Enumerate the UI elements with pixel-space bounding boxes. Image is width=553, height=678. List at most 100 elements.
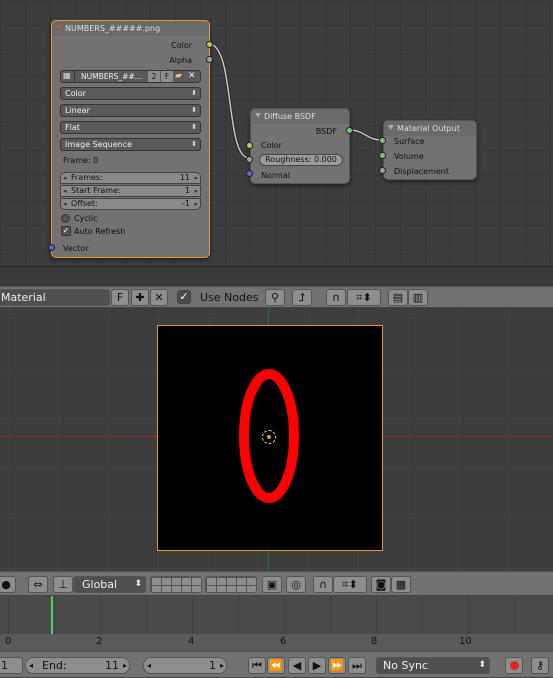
material-name-field[interactable]: Material bbox=[0, 289, 110, 306]
color-output-socket[interactable] bbox=[206, 41, 213, 48]
output-color-label: Color bbox=[171, 41, 192, 50]
cyclic-checkbox[interactable]: Cyclic bbox=[61, 213, 161, 225]
color-input-label: Color bbox=[261, 141, 282, 150]
snap-mode-dropdown-icon[interactable]: ⌗⬍ bbox=[347, 289, 381, 306]
divider bbox=[74, 71, 75, 82]
go-parent-icon[interactable]: ⮥ bbox=[292, 289, 312, 306]
use-nodes-check-icon[interactable]: ✓ bbox=[177, 290, 191, 304]
dropdown-arrow-icon: ⬍ bbox=[191, 140, 197, 148]
viewport[interactable]: 0 bbox=[0, 308, 553, 571]
offset-field[interactable]: ◂ Offset: -1 ▸ bbox=[60, 198, 201, 210]
manipulator-icon[interactable]: ⊥ bbox=[53, 576, 73, 593]
timeline[interactable]: 0 2 4 6 8 10 bbox=[0, 596, 553, 651]
collapse-triangle-icon[interactable] bbox=[388, 125, 394, 130]
new-material-plus-icon[interactable]: ✚ bbox=[131, 289, 149, 306]
start-frame-field[interactable]: 1 bbox=[0, 657, 23, 674]
view3d-header: ● ⇔ ⊥ Global ⬍ ▣ ◎ ∩ ⌗⬍ ◙ ▩ bbox=[0, 571, 553, 596]
image-browse-icon[interactable]: ▦ bbox=[63, 71, 71, 80]
fake-user-button[interactable]: F bbox=[111, 289, 129, 306]
proportional-edit-icon[interactable]: ◎ bbox=[286, 576, 306, 593]
tick-label: 0 bbox=[5, 636, 12, 647]
collapse-triangle-icon[interactable] bbox=[255, 113, 261, 118]
area-divider[interactable] bbox=[0, 266, 553, 286]
unlink-x-icon[interactable]: ✕ bbox=[188, 71, 196, 82]
diffuse-bsdf-node[interactable]: Diffuse BSDF BSDF Color Roughness: 0.000… bbox=[250, 108, 350, 184]
interpolation-dropdown[interactable]: Linear ⬍ bbox=[60, 104, 201, 117]
render-camera-icon[interactable]: ◙ bbox=[371, 576, 391, 593]
roughness-field[interactable]: Roughness: 0.000 bbox=[259, 154, 343, 166]
node-editor[interactable]: NUMBERS_#####.png Color Alpha ▦ NUMBERS_… bbox=[0, 0, 553, 266]
render-animation-icon[interactable]: ▩ bbox=[391, 576, 411, 593]
use-nodes-label: Use Nodes bbox=[200, 291, 259, 304]
auto-refresh-checkbox[interactable]: ✓ Auto Refresh bbox=[61, 226, 161, 238]
tick-label: 6 bbox=[280, 636, 287, 647]
increment-arrow-icon: ▸ bbox=[122, 661, 127, 670]
start-frame-field[interactable]: ◂ Start Frame: 1 ▸ bbox=[60, 185, 201, 197]
current-frame-cursor[interactable] bbox=[51, 596, 53, 634]
sync-mode-dropdown[interactable]: No Sync ⬍ bbox=[376, 657, 490, 674]
image-texture-node[interactable]: NUMBERS_#####.png Color Alpha ▦ NUMBERS_… bbox=[51, 20, 210, 258]
source-dropdown[interactable]: Image Sequence ⬍ bbox=[60, 138, 201, 151]
image-selector[interactable]: ▦ NUMBERS_##... 2 F ▰ ✕ bbox=[60, 70, 201, 83]
keying-set-icon[interactable]: ⚷ bbox=[531, 657, 549, 674]
vector-input-socket[interactable] bbox=[48, 244, 55, 251]
origin-dot-icon bbox=[267, 435, 271, 439]
surface-input-socket[interactable] bbox=[379, 137, 386, 144]
end-frame-field[interactable]: ◂ End: 11 ▸ bbox=[25, 657, 130, 674]
open-folder-icon[interactable]: ▰ bbox=[175, 71, 182, 82]
layers-grid-left[interactable] bbox=[150, 576, 202, 593]
tick-label: 8 bbox=[371, 636, 378, 647]
output-node-title: Material Output bbox=[397, 124, 460, 133]
shading-mode-icon[interactable]: ● bbox=[0, 576, 16, 593]
frame-label: Frame: 0 bbox=[63, 156, 99, 165]
unlink-material-x-icon[interactable]: ✕ bbox=[150, 289, 168, 306]
snap-mode-dropdown-icon[interactable]: ⌗⬍ bbox=[333, 576, 367, 593]
dropdown-arrow-icon: ⬍ bbox=[134, 579, 142, 589]
pin-icon[interactable]: ⚲ bbox=[265, 289, 285, 306]
normal-input-socket[interactable] bbox=[246, 170, 253, 177]
output-node-header[interactable]: Material Output bbox=[384, 121, 476, 136]
tick-label: 4 bbox=[188, 636, 195, 647]
jump-keyframe-back-icon[interactable]: ⏪ bbox=[267, 657, 285, 674]
play-reverse-icon[interactable]: ◀ bbox=[288, 657, 306, 674]
lock-camera-icon[interactable]: ▣ bbox=[262, 576, 282, 593]
material-output-node[interactable]: Material Output Surface Volume Displacem… bbox=[383, 120, 477, 180]
image-node-title: NUMBERS_#####.png bbox=[65, 24, 161, 33]
fake-user-button[interactable]: F bbox=[161, 71, 173, 82]
image-node-header[interactable]: NUMBERS_#####.png bbox=[52, 21, 209, 36]
volume-input-socket[interactable] bbox=[379, 152, 386, 159]
image-users-count[interactable]: 2 bbox=[148, 71, 160, 82]
input-vector-label: Vector bbox=[63, 244, 89, 253]
checkmark-icon[interactable]: ✓ bbox=[61, 226, 71, 236]
orientation-dropdown[interactable]: Global ⬍ bbox=[73, 576, 146, 593]
jump-start-icon[interactable]: ⏮ bbox=[248, 657, 266, 674]
displacement-input-socket[interactable] bbox=[379, 167, 386, 174]
alpha-output-socket[interactable] bbox=[206, 56, 213, 63]
record-icon[interactable] bbox=[505, 657, 523, 674]
jump-keyframe-forward-icon[interactable]: ⏩ bbox=[328, 657, 346, 674]
pivot-icon[interactable]: ⇔ bbox=[28, 576, 48, 593]
layers-grid-right[interactable] bbox=[205, 576, 257, 593]
frames-field[interactable]: ◂ Frames: 11 ▸ bbox=[60, 172, 201, 184]
bsdf-output-label: BSDF bbox=[315, 127, 337, 136]
paste-icon[interactable]: ▥ bbox=[408, 289, 428, 306]
copy-paste-icon[interactable]: ▤ bbox=[388, 289, 408, 306]
projection-dropdown[interactable]: Flat ⬍ bbox=[60, 121, 201, 134]
snap-magnet-icon[interactable]: ∩ bbox=[313, 576, 333, 593]
collapse-triangle-icon[interactable] bbox=[56, 25, 62, 30]
bsdf-output-socket[interactable] bbox=[346, 127, 353, 134]
tick-label: 10 bbox=[459, 636, 472, 647]
jump-end-icon[interactable]: ⏭ bbox=[348, 657, 366, 674]
decrement-arrow-icon: ◂ bbox=[147, 661, 152, 670]
color-input-socket[interactable] bbox=[246, 142, 253, 149]
dropdown-arrow-icon: ⬍ bbox=[478, 660, 486, 670]
image-name[interactable]: NUMBERS_##... bbox=[81, 72, 142, 81]
play-icon[interactable]: ▶ bbox=[308, 657, 326, 674]
color-space-dropdown[interactable]: Color ⬍ bbox=[60, 87, 201, 100]
cyclic-check-icon[interactable] bbox=[61, 214, 70, 223]
diffuse-node-header[interactable]: Diffuse BSDF bbox=[251, 109, 349, 124]
roughness-input-socket[interactable] bbox=[246, 156, 253, 163]
snap-magnet-icon[interactable]: ∩ bbox=[326, 289, 346, 306]
current-frame-field[interactable]: ◂ 1 ▸ bbox=[143, 657, 227, 674]
decrement-arrow-icon: ◂ bbox=[29, 661, 34, 670]
